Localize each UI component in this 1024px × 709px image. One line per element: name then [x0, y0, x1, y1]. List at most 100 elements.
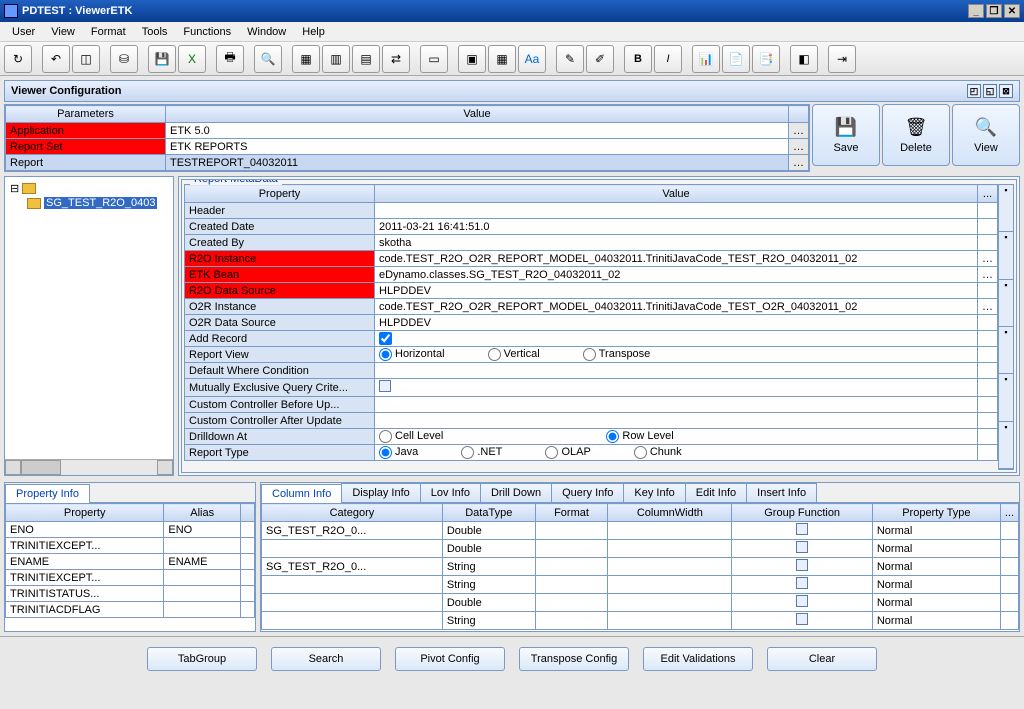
meta-o2rinstance-value[interactable]: code.TEST_R2O_O2R_REPORT_MODEL_04032011.…	[375, 299, 978, 315]
menu-view[interactable]: View	[43, 24, 83, 40]
exit-icon[interactable]: ⇥	[828, 45, 856, 73]
groupfunc-checkbox[interactable]	[796, 523, 808, 535]
print-icon[interactable]: 🖶	[216, 45, 244, 73]
panel-max-icon[interactable]: ◱	[983, 84, 997, 98]
clear-button[interactable]: Clear	[767, 647, 877, 671]
meta-r2odatasource-value[interactable]: HLPDDEV	[375, 283, 978, 299]
drilldown-cell-radio[interactable]	[379, 430, 392, 443]
meta-o2rdatasource-value[interactable]: HLPDDEV	[375, 315, 978, 331]
undo-icon[interactable]: ↶	[42, 45, 70, 73]
groupfunc-checkbox[interactable]	[796, 577, 808, 589]
minimize-button[interactable]: _	[968, 4, 984, 18]
param-application-value[interactable]: ETK 5.0	[166, 123, 789, 139]
restore-button[interactable]: ❐	[986, 4, 1002, 18]
delete-button[interactable]: 🗑Delete	[882, 104, 950, 166]
addrecord-checkbox[interactable]	[379, 332, 392, 345]
tree-hscroll[interactable]	[5, 459, 173, 475]
menu-functions[interactable]: Functions	[175, 24, 239, 40]
panel-icon[interactable]: ◧	[790, 45, 818, 73]
transposeconfig-button[interactable]: Transpose Config	[519, 647, 629, 671]
tabgroup-button[interactable]: TabGroup	[147, 647, 257, 671]
groupfunc-checkbox[interactable]	[796, 595, 808, 607]
find-icon[interactable]: 🔍	[254, 45, 282, 73]
groupfunc-checkbox[interactable]	[796, 613, 808, 625]
param-application-browse[interactable]: …	[789, 123, 809, 139]
brush-icon[interactable]: ✎	[556, 45, 584, 73]
table-icon[interactable]: ▭	[420, 45, 448, 73]
palette2-icon[interactable]: ▦	[488, 45, 516, 73]
tab-property-info[interactable]: Property Info	[5, 484, 90, 503]
reporttype-chunk-radio[interactable]	[634, 446, 647, 459]
menu-tools[interactable]: Tools	[134, 24, 176, 40]
reportview-horizontal-radio[interactable]	[379, 348, 392, 361]
doc1-icon[interactable]: 📄	[722, 45, 750, 73]
tab-edit-info[interactable]: Edit Info	[685, 483, 747, 502]
tab-insert-info[interactable]: Insert Info	[746, 483, 817, 502]
meta-createddate-value[interactable]: 2011-03-21 16:41:51.0	[375, 219, 978, 235]
close-button[interactable]: ✕	[1004, 4, 1020, 18]
meta-header-value[interactable]	[375, 203, 978, 219]
menu-help[interactable]: Help	[294, 24, 333, 40]
reporttype-java-radio[interactable]	[379, 446, 392, 459]
palette1-icon[interactable]: ▣	[458, 45, 486, 73]
pivotconfig-button[interactable]: Pivot Config	[395, 647, 505, 671]
meta-mutexquery-value[interactable]	[375, 379, 978, 397]
menu-format[interactable]: Format	[83, 24, 134, 40]
tree-node[interactable]: SG_TEST_R2O_0403	[9, 196, 169, 210]
clear-format-icon[interactable]: ✐	[586, 45, 614, 73]
param-report-browse[interactable]: …	[789, 155, 809, 171]
save-button[interactable]: 💾Save	[812, 104, 880, 166]
groupfunc-checkbox[interactable]	[796, 559, 808, 571]
grid3-icon[interactable]: ▤	[352, 45, 380, 73]
doc2-icon[interactable]: 📑	[752, 45, 780, 73]
chart-icon[interactable]: 📊	[692, 45, 720, 73]
refresh-icon[interactable]: ↻	[4, 45, 32, 73]
param-report-value[interactable]: TESTREPORT_04032011	[166, 155, 789, 171]
scroll-left-icon[interactable]	[5, 460, 21, 475]
meta-addrecord-value[interactable]	[375, 331, 978, 347]
grid1-icon[interactable]: ▦	[292, 45, 320, 73]
view-button[interactable]: 🔍View	[952, 104, 1020, 166]
reportview-transpose-radio[interactable]	[583, 348, 596, 361]
meta-createdby-value[interactable]: skotha	[375, 235, 978, 251]
meta-r2oinstance-value[interactable]: code.TEST_R2O_O2R_REPORT_MODEL_04032011.…	[375, 251, 978, 267]
meta-custafter-value[interactable]	[375, 413, 978, 429]
tab-display-info[interactable]: Display Info	[341, 483, 420, 502]
drilldown-row-radio[interactable]	[606, 430, 619, 443]
propgrid-cell[interactable]: ENO	[6, 522, 164, 538]
panel-close-icon[interactable]: ⊠	[999, 84, 1013, 98]
save-icon[interactable]: 💾	[148, 45, 176, 73]
excel-icon[interactable]: X	[178, 45, 206, 73]
menu-window[interactable]: Window	[239, 24, 294, 40]
search-button[interactable]: Search	[271, 647, 381, 671]
meta-defaultwhere-value[interactable]	[375, 363, 978, 379]
db-icon[interactable]: ⛁	[110, 45, 138, 73]
reportview-vertical-radio[interactable]	[488, 348, 501, 361]
reporttype-olap-radio[interactable]	[545, 446, 558, 459]
scroll-right-icon[interactable]	[157, 460, 173, 475]
font-icon[interactable]: Aa	[518, 45, 546, 73]
tree-root[interactable]: ⊟	[9, 181, 169, 196]
meta-custbefore-value[interactable]	[375, 397, 978, 413]
propgrid-cell[interactable]: TRINITIEXCEPT...	[6, 570, 164, 586]
tab-key-info[interactable]: Key Info	[623, 483, 685, 502]
tab-column-info[interactable]: Column Info	[261, 484, 342, 503]
tab-query-info[interactable]: Query Info	[551, 483, 624, 502]
tab-lov-info[interactable]: Lov Info	[420, 483, 481, 502]
propgrid-cell[interactable]: TRINITISTATUS...	[6, 586, 164, 602]
propgrid-cell[interactable]: ENAME	[6, 554, 164, 570]
bold-icon[interactable]: B	[624, 45, 652, 73]
editvalidations-button[interactable]: Edit Validations	[643, 647, 753, 671]
param-reportset-browse[interactable]: …	[789, 139, 809, 155]
propgrid-cell[interactable]: TRINITIEXCEPT...	[6, 538, 164, 554]
meta-etkbean-value[interactable]: eDynamo.classes.SG_TEST_R2O_04032011_02	[375, 267, 978, 283]
param-reportset-value[interactable]: ETK REPORTS	[166, 139, 789, 155]
reporttype-net-radio[interactable]	[461, 446, 474, 459]
groupfunc-checkbox[interactable]	[796, 541, 808, 553]
grid4-icon[interactable]: ⇄	[382, 45, 410, 73]
propgrid-cell[interactable]: TRINITIACDFLAG	[6, 602, 164, 618]
menu-user[interactable]: User	[4, 24, 43, 40]
grid2-icon[interactable]: ▥	[322, 45, 350, 73]
mutexquery-checkbox[interactable]	[379, 380, 391, 392]
panel-min-icon[interactable]: ◰	[967, 84, 981, 98]
